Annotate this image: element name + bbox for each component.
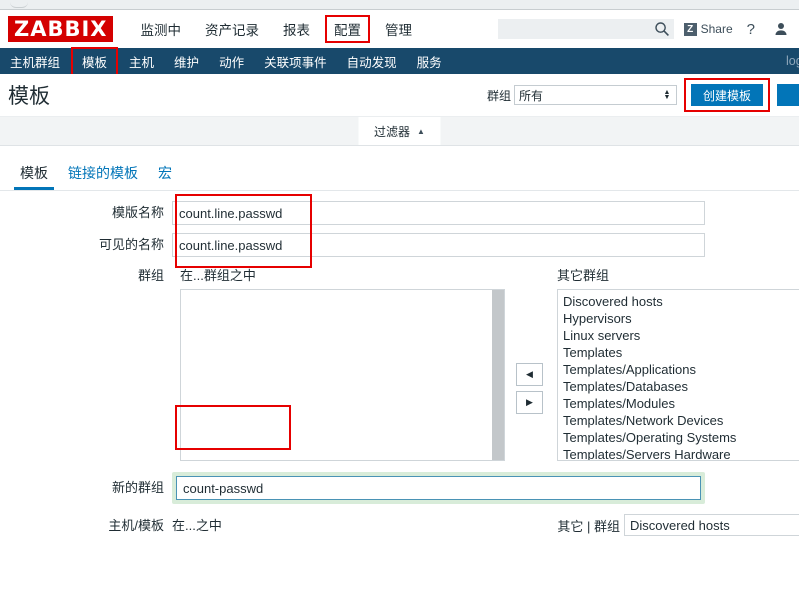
logout-link[interactable]: logout [786, 54, 799, 68]
new-group-row: 新的群组 [0, 472, 799, 504]
visible-name-input[interactable] [172, 233, 705, 257]
other-group-label: 其它 | 群组 [557, 518, 620, 534]
tab-linked-templates[interactable]: 链接的模板 [58, 163, 148, 190]
group-filter-select[interactable]: 所有 ▲ ▼ [513, 85, 677, 105]
main-menu-item-administration[interactable]: 管理 [373, 15, 424, 43]
zabbix-logo[interactable]: ZABBIX [8, 16, 113, 42]
main-menu-item-reports[interactable]: 报表 [271, 15, 322, 43]
subnav-item-host-groups[interactable]: 主机群组 [0, 48, 70, 75]
template-name-input[interactable] [172, 201, 705, 225]
secondary-nav: 主机群组 模板 主机 维护 动作 关联项事件 自动发现 服务 logout [0, 46, 799, 77]
other-groups-listbox[interactable]: Discovered hosts Hypervisors Linux serve… [557, 289, 799, 461]
list-item[interactable]: Templates/Databases [563, 378, 799, 395]
new-group-focus-halo [172, 472, 705, 504]
user-menu-button[interactable] [773, 21, 789, 37]
subnav-item-templates[interactable]: 模板 [71, 46, 119, 77]
hosts-templates-label: 主机/模板 [108, 518, 164, 533]
help-button[interactable]: ? [747, 21, 755, 38]
filter-strip: 过滤器 ▲ [0, 117, 799, 146]
new-group-label: 新的群组 [111, 480, 164, 495]
partial-offscreen-button[interactable] [777, 84, 799, 106]
list-item[interactable]: Discovered hosts [563, 293, 799, 310]
triangle-up-icon: ▲ [417, 126, 425, 136]
app-header: ZABBIX 监测中 资产记录 报表 配置 管理 Z Share ? [0, 10, 799, 48]
main-menu-item-inventory[interactable]: 资产记录 [193, 15, 271, 43]
hosts-right-cluster: 其它 | 群组 Discovered hosts [557, 514, 799, 536]
filter-label: 过滤器 [374, 124, 411, 139]
main-menu-item-configuration[interactable]: 配置 [325, 15, 370, 43]
user-icon [775, 23, 787, 35]
in-groups-listbox[interactable] [180, 289, 505, 461]
subnav-item-hosts[interactable]: 主机 [119, 48, 164, 75]
page-title: 模板 [8, 85, 50, 108]
main-menu-item-monitoring[interactable]: 监测中 [129, 15, 194, 43]
move-left-button[interactable]: ◀ [516, 363, 543, 386]
template-name-label: 模版名称 [111, 205, 164, 220]
tab-macros[interactable]: 宏 [148, 163, 182, 190]
subnav-right-cluster: logout [786, 48, 799, 74]
header-right-cluster: Z Share ? [497, 10, 799, 48]
subnav-item-discovery[interactable]: 自动发现 [337, 48, 407, 75]
groups-label: 群组 [137, 268, 164, 283]
global-search-input[interactable] [497, 19, 674, 39]
global-search-wrapper [497, 19, 674, 39]
zabbix-share-badge-icon: Z [683, 22, 697, 36]
other-group-select[interactable]: Discovered hosts [624, 514, 799, 536]
template-form: 模版名称 可见的名称 群组 在...群组之中 其它群组 ◀ ▶ Discover… [0, 191, 799, 538]
group-filter-value: 所有 [518, 88, 543, 103]
form-tab-bar: 模板 链接的模板 宏 [0, 156, 799, 190]
in-groups-title: 在...群组之中 [180, 268, 256, 283]
share-button[interactable]: Z Share [683, 22, 733, 36]
create-template-button[interactable]: 创建模板 [690, 84, 763, 106]
create-template-annotation: 创建模板 [683, 78, 771, 112]
list-item[interactable]: Linux servers [563, 327, 799, 344]
dual-list-arrow-buttons: ◀ ▶ [516, 363, 543, 414]
list-item[interactable]: Templates/Servers Hardware [563, 446, 799, 460]
page-title-row: 模板 群组 所有 ▲ ▼ 创建模板 [0, 74, 799, 117]
group-filter-label: 群组 [486, 88, 511, 103]
other-group-value: Discovered hosts [630, 517, 730, 533]
hosts-in-title: 在...之中 [172, 518, 222, 533]
subnav-item-actions[interactable]: 动作 [209, 48, 254, 75]
page-title-controls: 群组 所有 ▲ ▼ 创建模板 [487, 74, 799, 116]
browser-tab-stub [10, 0, 28, 8]
share-label: Share [700, 22, 733, 36]
new-group-input[interactable] [176, 476, 701, 500]
list-item[interactable]: Templates [563, 344, 799, 361]
subnav-item-event-correlation[interactable]: 关联项事件 [254, 48, 337, 75]
move-right-button[interactable]: ▶ [516, 391, 543, 414]
list-item[interactable]: Hypervisors [563, 310, 799, 327]
visible-name-label: 可见的名称 [98, 237, 164, 252]
hosts-templates-row: 主机/模板 在...之中 其它 | 群组 Discovered hosts [0, 514, 799, 538]
subnav-item-maintenance[interactable]: 维护 [164, 48, 209, 75]
list-item[interactable]: Templates/Network Devices [563, 412, 799, 429]
list-item[interactable]: Templates/Operating Systems [563, 429, 799, 446]
list-item[interactable]: Templates/Applications [563, 361, 799, 378]
in-groups-scrollbar[interactable] [492, 290, 504, 460]
groups-row: 群组 在...群组之中 其它群组 ◀ ▶ Discovered hosts Hy… [0, 265, 799, 470]
visible-name-row: 可见的名称 [0, 233, 799, 257]
filter-toggle-tab[interactable]: 过滤器 ▲ [358, 117, 441, 145]
main-menu: 监测中 资产记录 报表 配置 管理 [129, 10, 425, 48]
chevron-down-icon: ▲ ▼ [663, 89, 671, 101]
template-name-row: 模版名称 [0, 201, 799, 225]
tab-template[interactable]: 模板 [10, 163, 58, 190]
subnav-item-services[interactable]: 服务 [407, 48, 452, 75]
browser-chrome-strip [0, 0, 799, 10]
other-groups-title: 其它群组 [557, 268, 610, 283]
list-item[interactable]: Templates/Modules [563, 395, 799, 412]
